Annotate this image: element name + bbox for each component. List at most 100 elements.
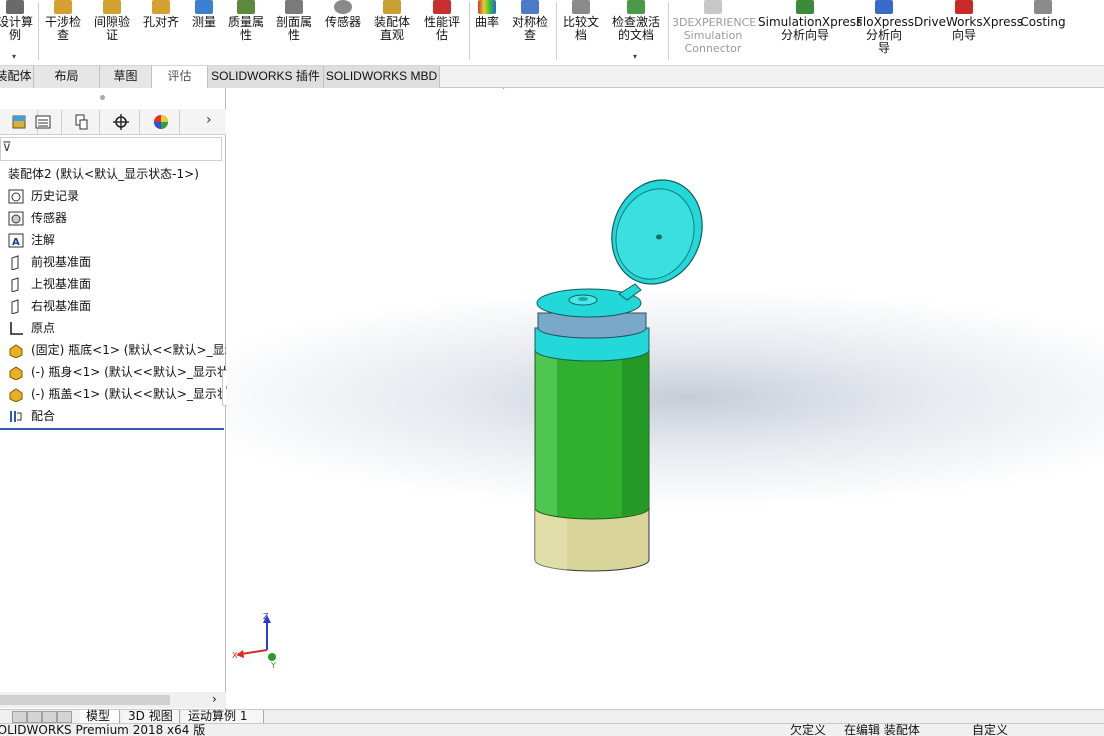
assemblyxpert-button[interactable]: 装配体 直观 [370, 0, 414, 66]
tree-item-history[interactable]: 历史记录 [0, 185, 226, 207]
hole-alignment-button[interactable]: 孔对齐 [138, 0, 184, 66]
status-product: SOLIDWORKS Premium 2018 x64 版 [0, 723, 206, 736]
triad-y-label: Y [270, 661, 276, 670]
curvature-icon [478, 0, 496, 14]
bottle-cap-part[interactable] [534, 167, 716, 362]
simulationxpress-button[interactable]: SimulationXpress 分析向导 [758, 0, 862, 66]
tree-item-part-bottle-body[interactable]: (-) 瓶身<1> (默认<<默认>_显示状 [0, 361, 226, 383]
display-manager-icon [154, 115, 168, 129]
tab-evaluate[interactable]: 评估 [152, 66, 208, 88]
tree-item-right-plane[interactable]: 右视基准面 [0, 295, 226, 317]
status-units[interactable]: 自定义 [972, 724, 1008, 736]
tree-root-assembly[interactable]: 装配体2 (默认<默认_显示状态-1>) [0, 163, 226, 185]
design-study-button[interactable]: 设计算 例 ▾ [0, 0, 34, 66]
tab-configuration-manager[interactable] [62, 110, 100, 134]
measure-button[interactable]: 测量 [186, 0, 222, 66]
chevron-down-icon[interactable]: ▾ [633, 50, 637, 63]
last-tab-icon[interactable] [57, 711, 72, 723]
tree-item-annotations[interactable]: A 注解 [0, 229, 226, 251]
tab-layout[interactable]: 布局 [34, 66, 100, 88]
triad-z-label: Z [263, 612, 269, 621]
property-manager-icon [35, 115, 51, 129]
history-icon [8, 189, 24, 204]
clearance-icon [103, 0, 121, 14]
tree-item-sensors[interactable]: 传感器 [0, 207, 226, 229]
symmetry-check-button[interactable]: 对称检 查 [506, 0, 554, 66]
ribbon-separator [38, 2, 39, 60]
design-study-icon [6, 0, 24, 14]
sensor-folder-icon [8, 211, 24, 226]
plane-icon [11, 299, 19, 314]
next-tab-icon[interactable] [42, 711, 57, 723]
dimxpert-icon [113, 114, 129, 130]
mates-icon [10, 411, 22, 422]
section-properties-icon [285, 0, 303, 14]
tree-end-rollback-bar[interactable] [0, 428, 224, 430]
svg-text:A: A [12, 237, 20, 248]
tab-assembly[interactable]: 装配体 [0, 66, 34, 88]
tree-item-front-plane[interactable]: 前视基准面 [0, 251, 226, 273]
tab-solidworks-mbd[interactable]: SOLIDWORKS MBD [324, 66, 440, 88]
bottle-body-part[interactable] [534, 347, 650, 520]
sensor-button[interactable]: 传感器 [320, 0, 366, 66]
panel-grip[interactable] [100, 95, 105, 100]
simulationxpress-icon [796, 0, 814, 14]
status-editing: 在编辑 装配体 [844, 723, 920, 736]
interference-check-button[interactable]: 干涉检 查 [42, 0, 84, 66]
tab-property-manager[interactable] [24, 110, 62, 134]
tree-item-top-plane[interactable]: 上视基准面 [0, 273, 226, 295]
tab-model[interactable]: 模型 [80, 710, 120, 724]
check-active-document-button[interactable]: 检查激活 的文档 ▾ [606, 0, 666, 66]
floxpress-button[interactable]: FloXpress 分析向 导 [856, 0, 914, 66]
interference-check-icon [54, 0, 72, 14]
graphics-area[interactable]: ▾ ▾ ▾ ▾ ▾ [227, 88, 1104, 709]
measure-icon [195, 0, 213, 14]
tab-display-manager[interactable] [142, 110, 180, 134]
command-manager-ribbon: 设计算 例 ▾ 干涉检 查 间隙验 证 孔对齐 测量 质量属 性 剖面属 性 传… [0, 0, 1104, 66]
ribbon-separator [469, 2, 470, 60]
mass-properties-button[interactable]: 质量属 性 [224, 0, 268, 66]
tab-solidworks-addins[interactable]: SOLIDWORKS 插件 [208, 66, 324, 88]
symmetry-check-icon [521, 0, 539, 14]
tree-item-mates[interactable]: 配合 [0, 405, 226, 427]
chevron-right-icon[interactable]: › [206, 112, 212, 128]
tree-item-origin[interactable]: 原点 [0, 317, 226, 339]
filter-icon[interactable]: ⊽ [2, 140, 12, 155]
feature-manager-panel: › ⊽ 装配体2 (默认<默认_显示状态-1>) 历史记录 传感器 A 注解 前… [0, 88, 234, 709]
curvature-button[interactable]: 曲率 [472, 0, 502, 66]
previous-tab-icon[interactable] [27, 711, 42, 723]
compare-documents-icon [572, 0, 590, 14]
costing-icon [1034, 0, 1052, 14]
scrollbar-thumb[interactable] [0, 695, 170, 705]
clearance-verification-button[interactable]: 间隙验 证 [90, 0, 134, 66]
hole-alignment-icon [152, 0, 170, 14]
section-properties-button[interactable]: 剖面属 性 [272, 0, 316, 66]
tree-item-part-bottle-base[interactable]: (固定) 瓶底<1> (默认<<默认>_显示 [0, 339, 226, 361]
costing-button[interactable]: Costing [1018, 0, 1068, 66]
driveworksxpress-button[interactable]: DriveWorksXpress 向导 [914, 0, 1023, 66]
ribbon-separator [668, 2, 669, 60]
3dexperience-icon [704, 0, 722, 14]
check-active-document-icon [627, 0, 645, 14]
tree-horizontal-scrollbar[interactable]: › [0, 692, 226, 708]
mass-properties-icon [237, 0, 255, 14]
tab-dimxpert-manager[interactable] [102, 110, 140, 134]
chevron-down-icon[interactable]: ▾ [12, 50, 16, 63]
tab-3d-views[interactable]: 3D 视图 [122, 710, 180, 724]
part-icon [9, 388, 23, 402]
tree-item-part-bottle-cap[interactable]: (-) 瓶盖<1> (默认<<默认>_显示状 [0, 383, 226, 405]
bottle-assembly-model[interactable]: Z X Y [227, 88, 1104, 709]
first-tab-icon[interactable] [12, 711, 27, 723]
command-manager-tabs: 装配体 布局 草图 评估 SOLIDWORKS 插件 SOLIDWORKS MB… [0, 66, 1104, 88]
performance-evaluation-button[interactable]: 性能评 估 [418, 0, 466, 66]
sensor-icon [334, 0, 352, 14]
driveworksxpress-icon [955, 0, 973, 14]
origin-icon [10, 322, 23, 335]
compare-documents-button[interactable]: 比较文 档 [558, 0, 604, 66]
tab-motion-study-1[interactable]: 运动算例 1 [182, 710, 264, 724]
tree-filter[interactable]: ⊽ [0, 137, 222, 161]
floxpress-icon [875, 0, 893, 14]
chevron-right-icon[interactable]: › [212, 692, 217, 706]
tab-sketch[interactable]: 草图 [100, 66, 152, 88]
3dexperience-simulation-connector-button[interactable]: 3DEXPERIENCE Simulation Connector [672, 0, 756, 66]
